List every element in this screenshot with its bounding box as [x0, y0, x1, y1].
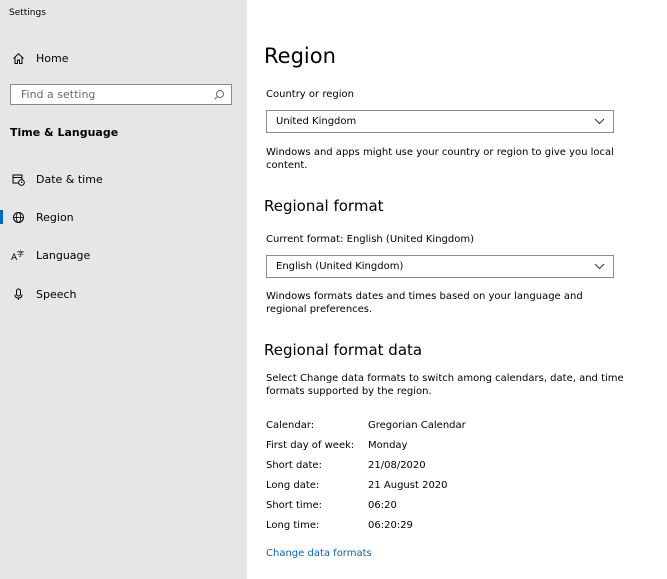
- current-format-label: Current format: English (United Kingdom): [266, 234, 475, 245]
- change-data-formats-link[interactable]: Change data formats: [266, 548, 372, 559]
- regional-format-description: Windows formats dates and times based on…: [266, 291, 583, 315]
- format-row-value: 21 August 2020: [368, 480, 448, 491]
- regional-format-value: English (United Kingdom): [276, 261, 404, 272]
- regional-format-heading: Regional format: [264, 197, 384, 215]
- sidebar-item-date-time[interactable]: Date & time: [0, 164, 247, 194]
- format-row-value: 06:20:29: [368, 520, 413, 531]
- chevron-down-icon: [594, 263, 605, 270]
- language-icon: A字: [11, 248, 25, 262]
- sidebar-item-label: Home: [36, 51, 69, 65]
- format-row-value: 06:20: [368, 500, 397, 511]
- search-icon: [213, 89, 225, 101]
- home-icon: [11, 51, 25, 65]
- sidebar-item-label: Speech: [36, 287, 77, 301]
- calendar-clock-icon: [11, 172, 25, 186]
- sidebar-item-label: Date & time: [36, 172, 103, 186]
- search-input[interactable]: [19, 87, 203, 102]
- format-row-key: Long time:: [266, 520, 320, 531]
- sidebar-item-label: Language: [36, 248, 91, 262]
- regional-format-dropdown[interactable]: English (United Kingdom): [266, 255, 614, 278]
- microphone-icon: [11, 287, 25, 301]
- format-row-value: 21/08/2020: [368, 460, 426, 471]
- format-row-key: Short date:: [266, 460, 322, 471]
- sidebar-item-language[interactable]: A字 Language: [0, 240, 247, 270]
- format-row-value: Gregorian Calendar: [368, 420, 466, 431]
- country-dropdown[interactable]: United Kingdom: [266, 110, 614, 133]
- main-content: Region Country or region United Kingdom …: [247, 0, 667, 579]
- sidebar-item-home[interactable]: Home: [0, 43, 247, 73]
- chevron-down-icon: [594, 118, 605, 125]
- sidebar-item-region[interactable]: Region: [0, 202, 247, 232]
- format-row-value: Monday: [368, 440, 408, 451]
- search-box[interactable]: [10, 84, 232, 105]
- section-title: Time & Language: [10, 126, 119, 139]
- country-label: Country or region: [266, 89, 354, 100]
- svg-text:字: 字: [17, 249, 24, 258]
- format-row-key: Long date:: [266, 480, 320, 491]
- format-row-key: Short time:: [266, 500, 322, 511]
- app-title: Settings: [9, 8, 46, 18]
- country-value: United Kingdom: [276, 116, 357, 127]
- page-title: Region: [264, 44, 336, 68]
- sidebar-item-label: Region: [36, 210, 74, 224]
- format-row-key: Calendar:: [266, 420, 315, 431]
- format-data-heading: Regional format data: [264, 341, 423, 359]
- country-description: Windows and apps might use your country …: [266, 147, 614, 171]
- globe-icon: [11, 210, 25, 224]
- format-row-key: First day of week:: [266, 440, 355, 451]
- sidebar-item-speech[interactable]: Speech: [0, 279, 247, 309]
- format-data-description: Select Change data formats to switch amo…: [266, 373, 624, 397]
- sidebar: Settings Home Time & Language Date & tim…: [0, 0, 247, 579]
